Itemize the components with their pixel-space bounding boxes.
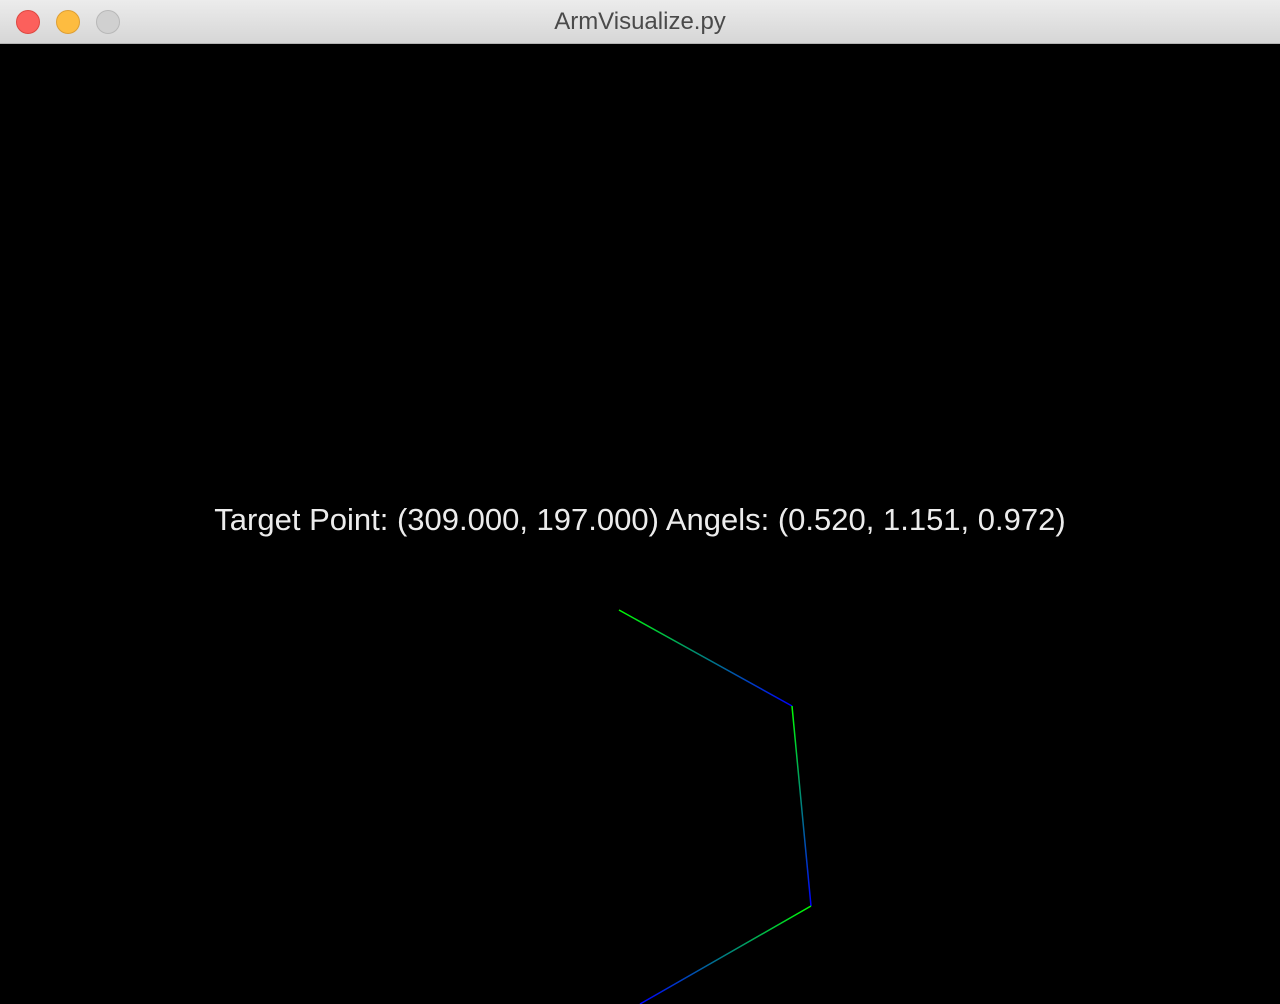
visualization-canvas[interactable]: Target Point: (309.000, 197.000) Angels:… bbox=[0, 44, 1280, 1004]
arm-drawing bbox=[618, 609, 812, 1004]
arm-segment-3 bbox=[639, 905, 812, 1004]
arm-segment-1 bbox=[618, 609, 793, 707]
title-bar[interactable]: ArmVisualize.py bbox=[0, 0, 1280, 44]
window-title: ArmVisualize.py bbox=[554, 8, 726, 35]
arm-segment-2 bbox=[791, 705, 812, 907]
app-window: ArmVisualize.py Target Point: (309.000, … bbox=[0, 0, 1280, 1004]
